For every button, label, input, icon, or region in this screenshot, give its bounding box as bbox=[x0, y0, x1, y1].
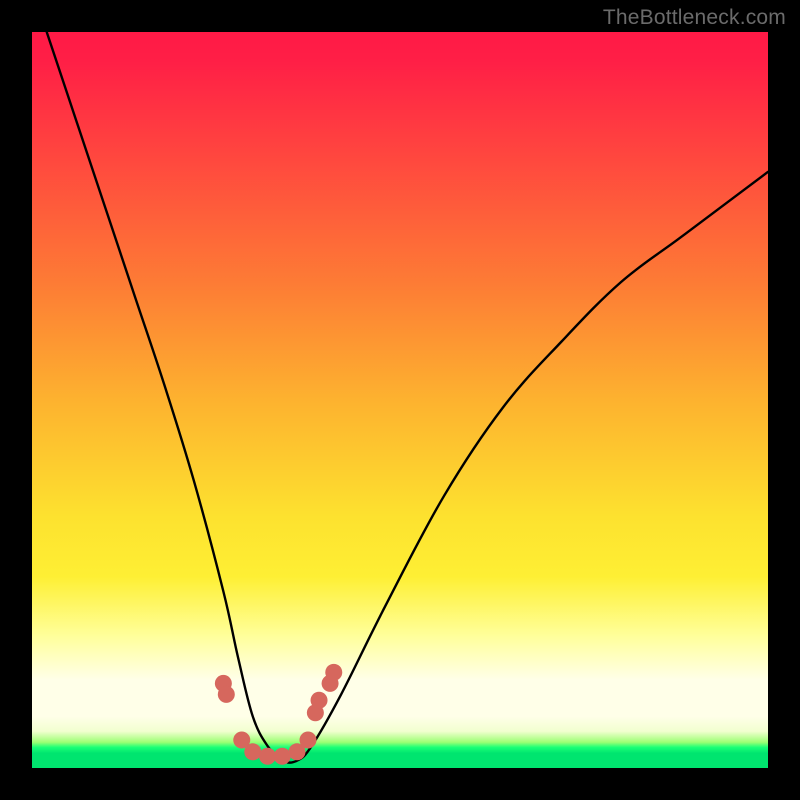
trough-marker bbox=[244, 743, 261, 760]
outer-frame: TheBottleneck.com bbox=[0, 0, 800, 800]
plot-area bbox=[32, 32, 768, 768]
bottleneck-curve bbox=[47, 32, 768, 763]
trough-marker bbox=[311, 692, 328, 709]
marker-layer bbox=[215, 664, 342, 765]
curve-layer bbox=[47, 32, 768, 763]
trough-marker bbox=[218, 686, 235, 703]
watermark-text: TheBottleneck.com bbox=[603, 6, 786, 30]
trough-marker bbox=[325, 664, 342, 681]
trough-marker bbox=[259, 748, 276, 765]
chart-svg bbox=[32, 32, 768, 768]
trough-marker bbox=[274, 748, 291, 765]
trough-marker bbox=[300, 732, 317, 749]
